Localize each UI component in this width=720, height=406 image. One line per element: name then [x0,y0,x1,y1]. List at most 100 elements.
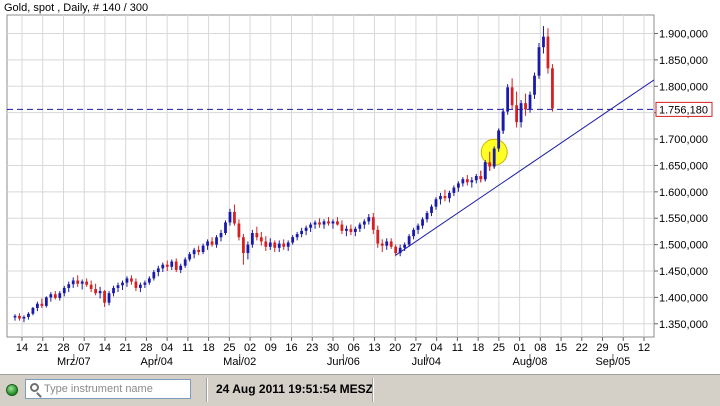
candle-body [215,237,218,245]
candle-body [165,264,169,267]
x-tick-label: 29 [596,342,608,354]
candle-body [295,234,299,238]
candle-body [452,187,456,193]
candle-body [44,297,48,306]
x-month-label: Apr/04 [141,356,173,368]
candle-body [322,221,326,225]
x-tick-label: 14 [16,342,28,354]
candle-body [345,228,348,231]
candle-body [309,224,312,228]
x-tick-label: 27 [410,342,422,354]
connection-status-icon[interactable] [6,384,18,396]
candle-body [147,278,151,283]
candle-body [18,315,21,319]
candle-body [49,294,53,298]
candle-body [524,103,527,110]
candle-body [349,228,353,232]
x-month-label: Aug/08 [513,356,548,368]
x-tick-label: 28 [57,342,69,354]
candle-body [192,249,196,255]
y-tick-label: 1.500,000 [659,240,708,252]
candle-body [89,284,93,289]
x-tick-label: 15 [555,342,567,354]
candle-body [76,280,80,284]
candle-body [250,233,254,245]
candle-body [461,179,465,184]
candle-body [439,196,442,200]
candle [44,296,48,308]
x-month-label: Jul/04 [412,356,441,368]
candle-body [80,281,84,284]
candle-body [143,282,147,285]
x-tick-label: 30 [327,342,339,354]
candle-body [407,236,411,245]
y-tick-label: 1.400,000 [659,292,708,304]
candle-body [456,183,460,188]
candle [537,42,541,79]
instrument-search-input[interactable] [44,381,188,397]
candle-body [201,245,205,253]
candle-body [542,36,545,48]
candle-body [125,278,129,283]
candle-body [255,233,259,238]
candle-body [421,219,424,226]
x-tick-label: 11 [452,342,463,354]
y-tick-label: 1.450,000 [659,266,708,278]
candle-body [537,47,541,76]
candle-body [62,287,66,294]
instrument-search-box[interactable] [25,379,191,399]
candle-body [58,293,62,298]
candle-body [103,291,106,303]
candle-body [31,307,35,314]
candle-body [273,242,277,248]
candle-body [85,281,89,285]
candle-body [470,180,474,183]
candle-body [174,261,178,270]
candle-body [448,192,451,199]
candle-body [197,249,201,253]
candle-body [380,243,384,246]
candle-body [551,68,554,109]
candle-body [286,242,290,247]
candle-body [492,148,496,167]
candle-body [483,162,487,180]
candle-body [510,87,514,106]
x-tick-label: 21 [120,342,132,354]
x-tick-label: 11 [182,342,193,354]
toolbar-divider [206,378,208,402]
candle-body [304,227,308,231]
candle-body [327,221,330,224]
candle-body [425,212,429,220]
candle-body [291,237,295,243]
candle-body [139,284,142,288]
candle-body [179,265,183,270]
candle-body [528,94,532,110]
x-tick-label: 25 [493,342,505,354]
candle-body [443,196,447,199]
candle-body [264,241,268,247]
candle-body [313,222,317,225]
x-tick-label: 04 [431,342,443,354]
y-tick-label: 1.800,000 [659,81,708,93]
candle-body [188,254,192,260]
candle-body [376,229,380,244]
chart-area[interactable]: 1.900,0001.850,0001.800,0001.750,0001.70… [0,0,720,374]
candlestick-chart[interactable]: 1.900,0001.850,0001.800,0001.750,0001.70… [0,0,720,374]
candle-body [403,244,407,248]
candle [506,84,510,115]
candle-body [371,217,375,230]
candle-body [40,303,44,306]
y-tick-label: 1.600,000 [659,187,708,199]
x-tick-label: 22 [576,342,588,354]
x-month-label: Sep/05 [595,356,630,368]
x-tick-label: 20 [389,342,401,354]
x-tick-label: 08 [534,342,546,354]
candle-body [228,211,232,223]
candle-body [268,242,272,247]
candle-body [479,176,483,180]
candle-body [488,162,492,167]
x-tick-label: 18 [472,342,484,354]
candle-body [515,105,518,123]
candle-body [389,241,393,247]
candle-body [506,87,510,112]
